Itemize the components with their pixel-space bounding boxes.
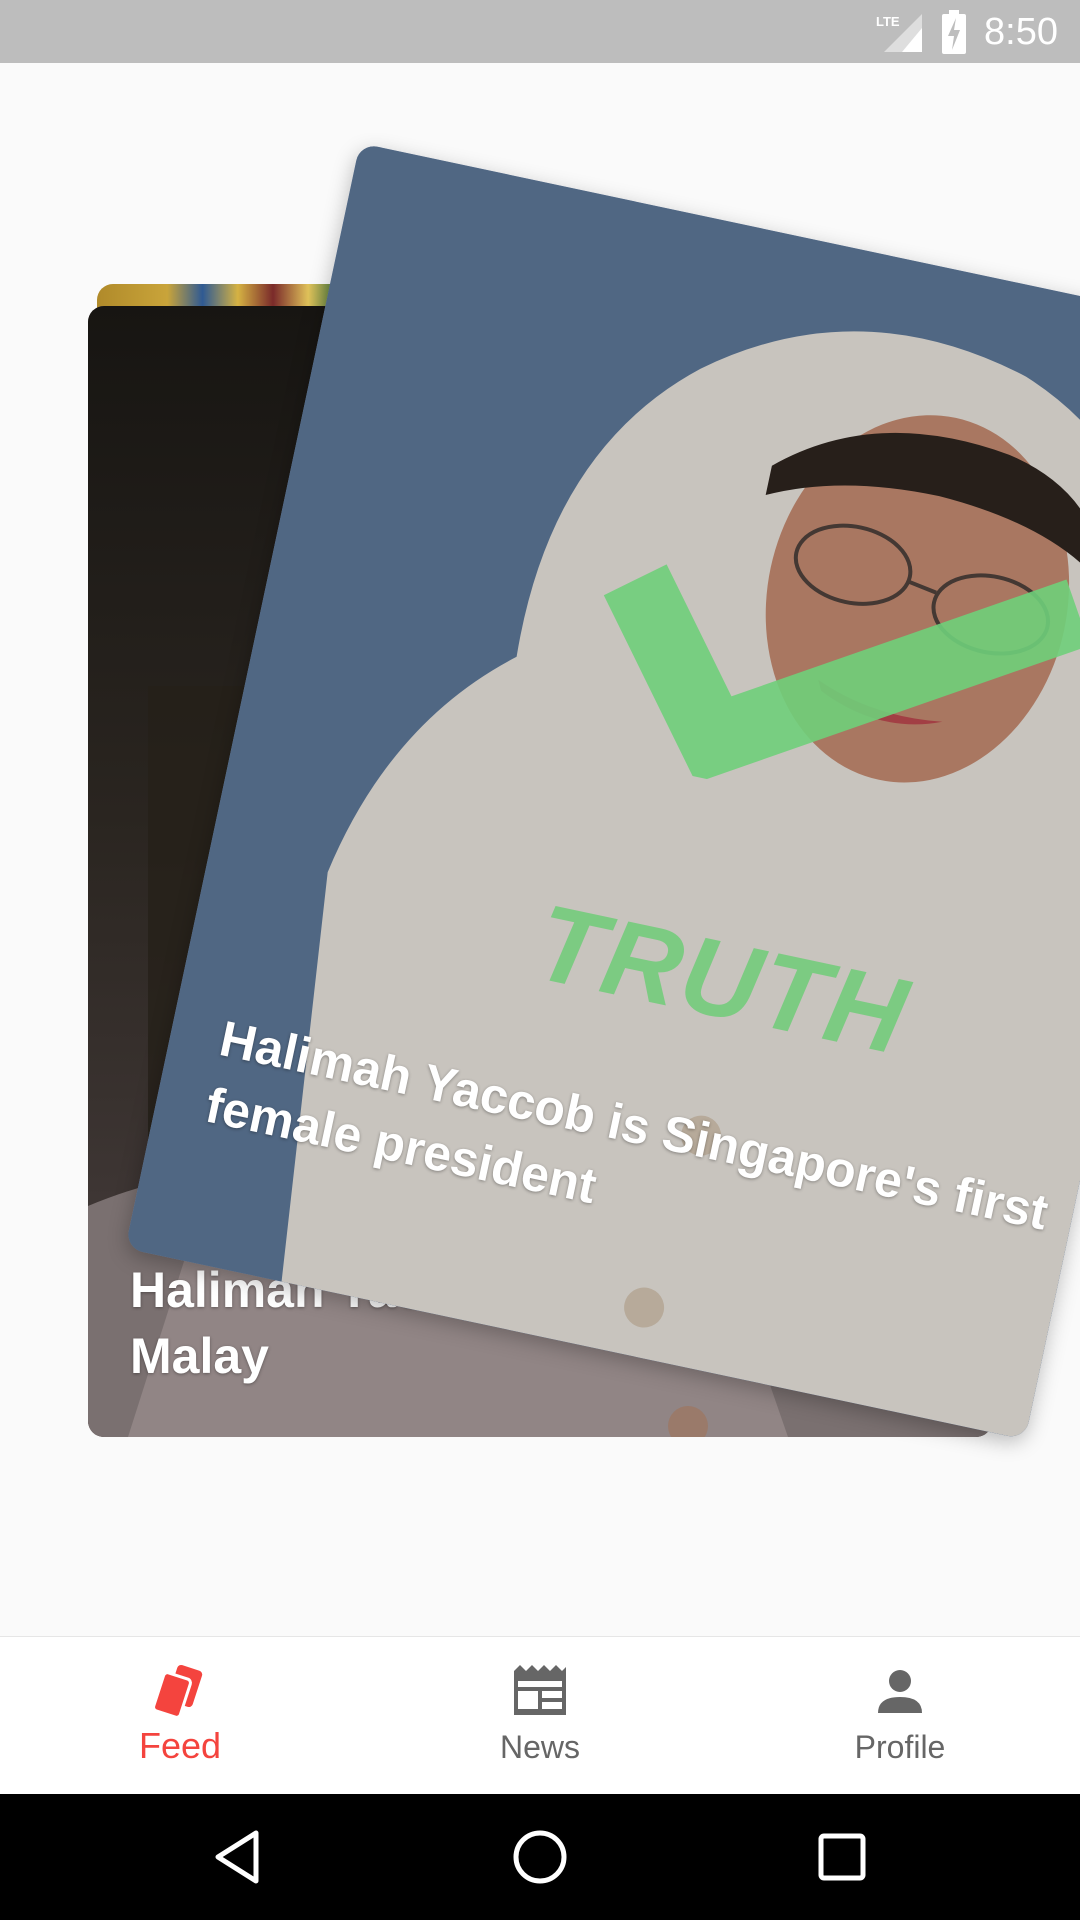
- home-icon[interactable]: [510, 1827, 570, 1887]
- newspaper-icon: [514, 1665, 566, 1715]
- back-icon[interactable]: [208, 1827, 268, 1887]
- nav-item-profile[interactable]: Profile: [720, 1637, 1080, 1795]
- feed-area: Halimah Yaccob is an Indian not a Malay …: [0, 63, 1080, 1636]
- nav-label-feed: Feed: [138, 1725, 222, 1766]
- lte-signal-icon: LTE: [876, 14, 922, 52]
- bottom-navigation: Feed News Profile: [0, 1636, 1080, 1795]
- network-label: LTE: [876, 14, 900, 29]
- nav-label-profile: Profile: [854, 1729, 946, 1765]
- recents-icon[interactable]: [812, 1827, 872, 1887]
- person-icon: [878, 1670, 922, 1713]
- cards-icon: [152, 1664, 203, 1719]
- clock: 8:50: [984, 11, 1058, 53]
- battery-charging-icon: [942, 10, 966, 54]
- nav-item-feed[interactable]: Feed: [0, 1637, 360, 1795]
- status-bar: LTE 8:50: [0, 0, 1080, 63]
- nav-item-news[interactable]: News: [360, 1637, 720, 1795]
- nav-label-news: News: [499, 1729, 580, 1765]
- system-navigation-bar: [0, 1794, 1080, 1920]
